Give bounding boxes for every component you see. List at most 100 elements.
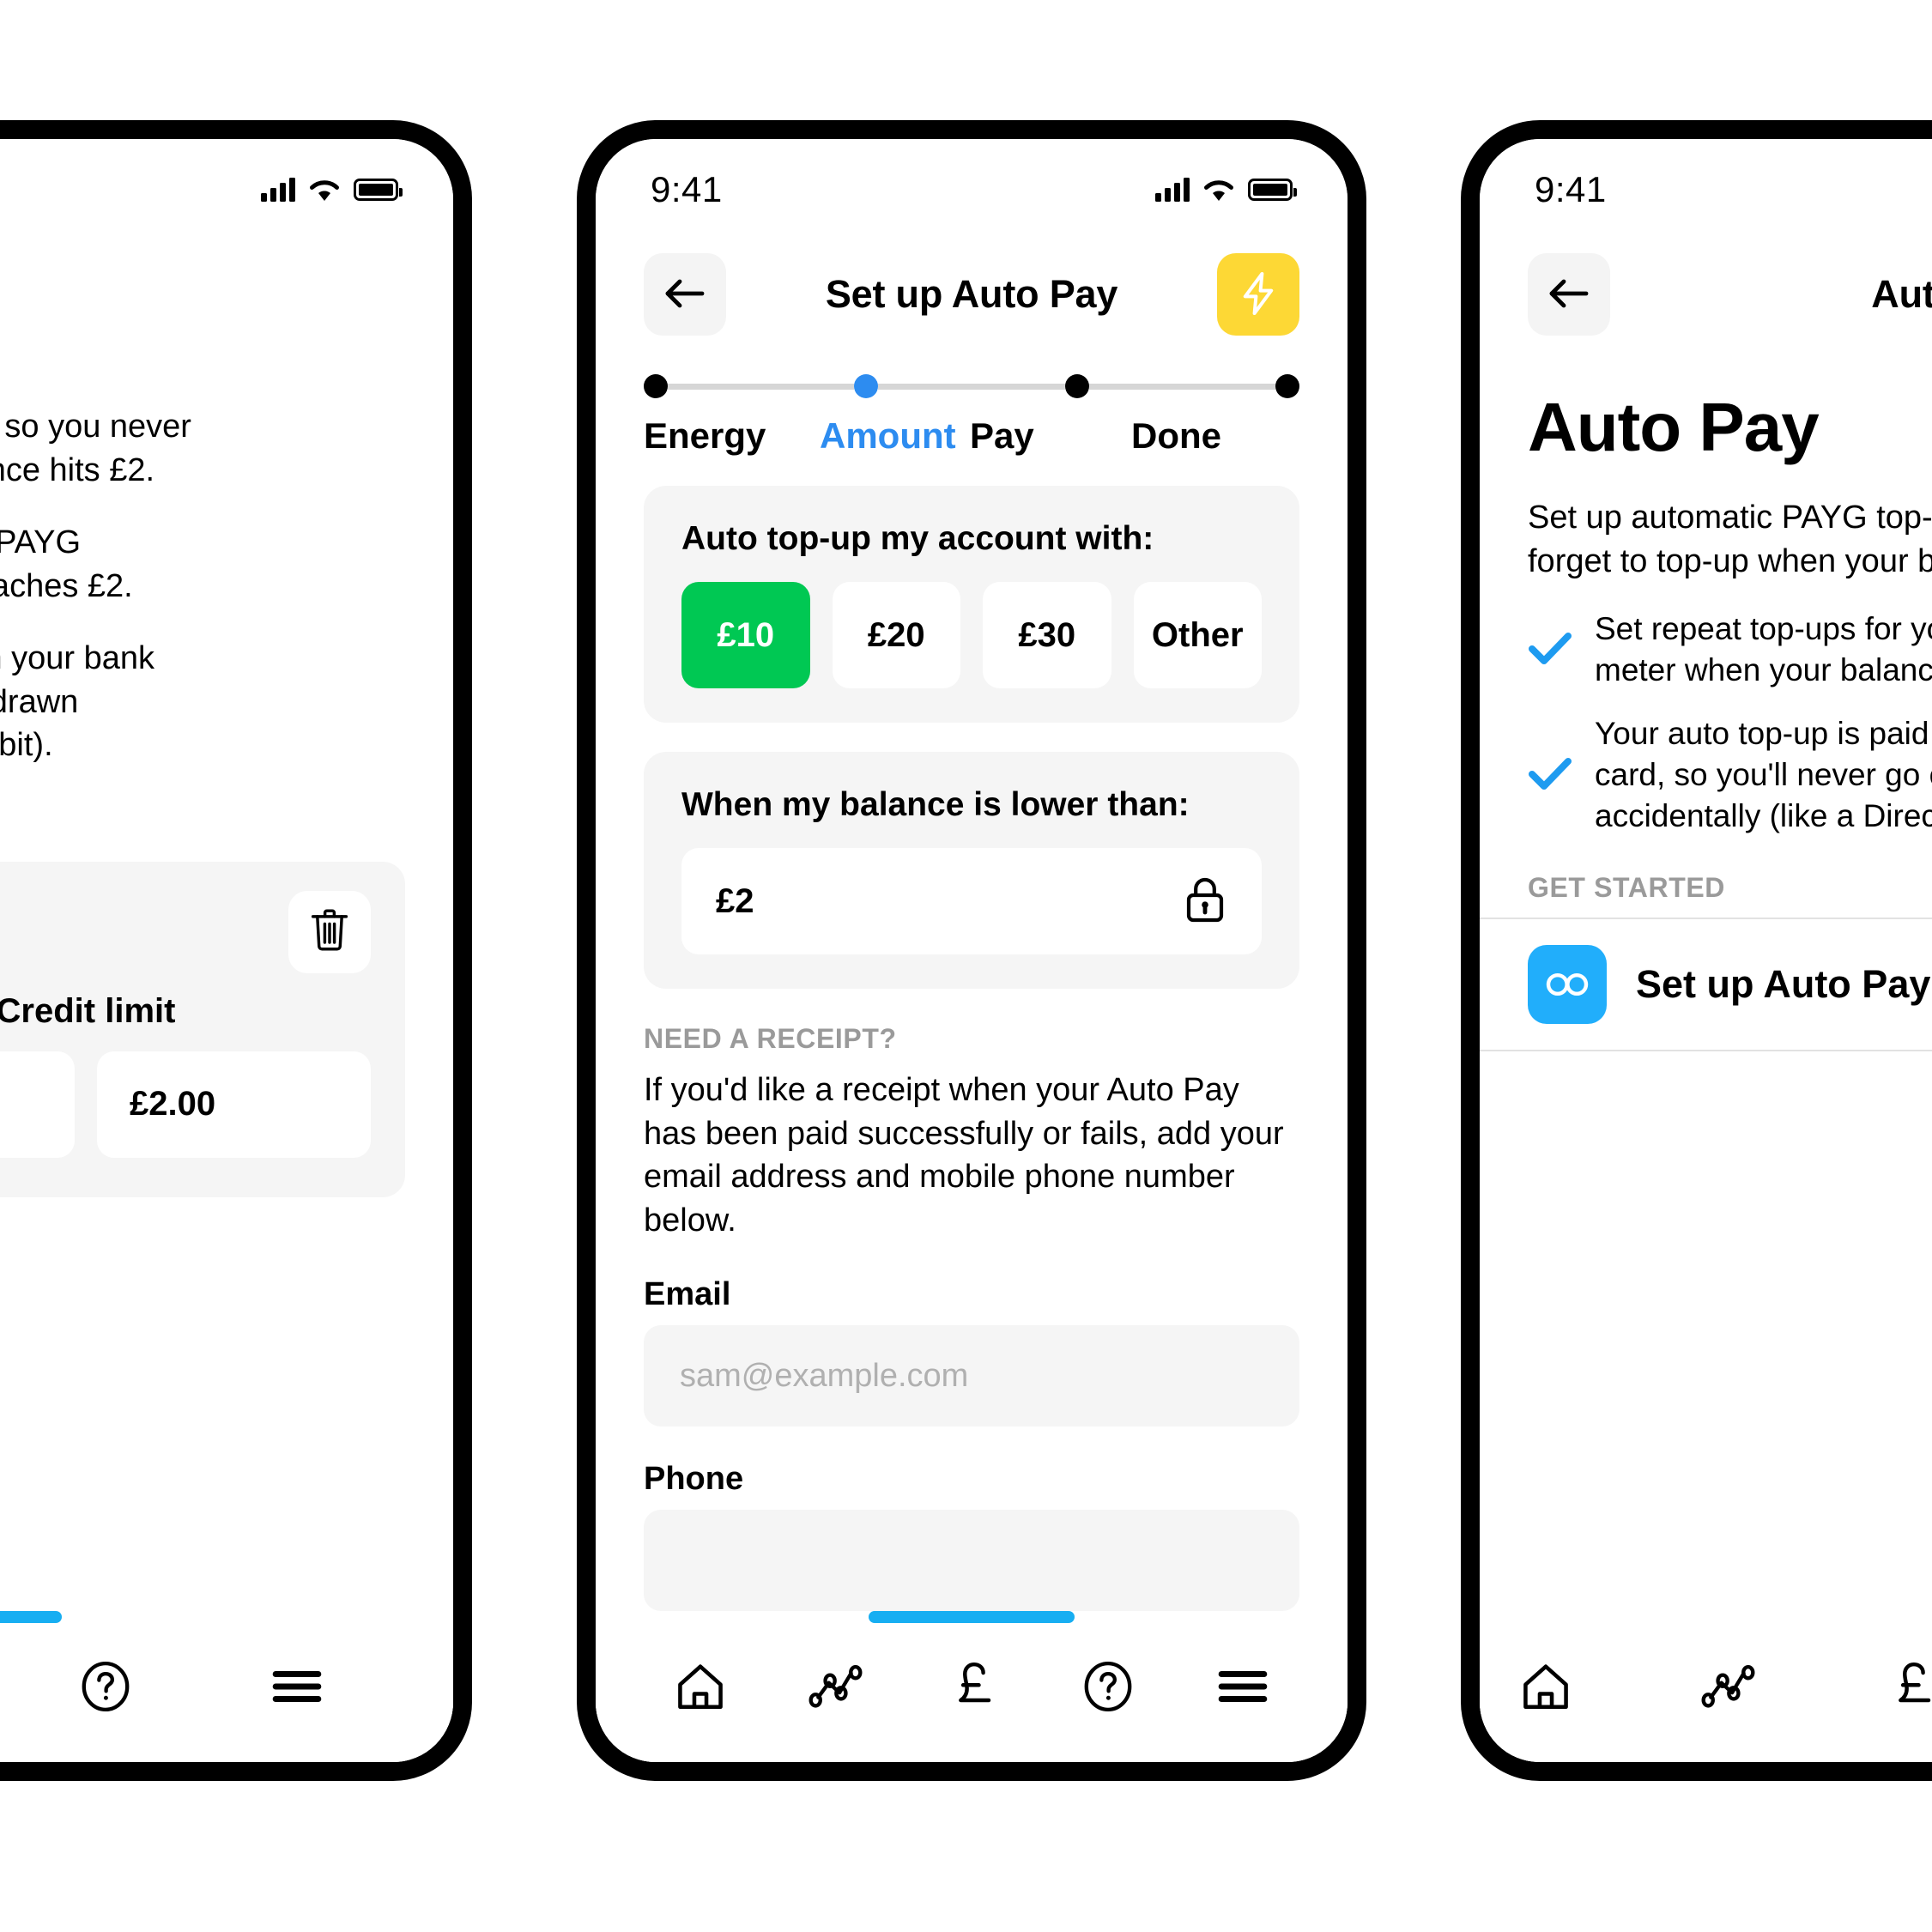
center-status-time: 9:41 — [651, 169, 723, 209]
threshold-value-field[interactable]: £2 — [681, 848, 1262, 954]
receipt-section: NEED A RECEIPT? If you'd like a receipt … — [596, 989, 1348, 1612]
boost-button[interactable] — [1217, 253, 1299, 336]
get-started-label: GET STARTED — [1528, 871, 1726, 903]
step-label-energy: Energy — [644, 415, 766, 456]
email-label: Email — [644, 1276, 731, 1313]
bullet-item: Your auto top-up is paid card, so you'll… — [1528, 713, 1932, 837]
left-home-indicator-wrap — [0, 1611, 453, 1623]
signal-icon — [261, 178, 295, 202]
nav-menu-icon[interactable] — [270, 1667, 324, 1706]
left-screen: Auto Pay c PAYG top-ups so you never whe… — [0, 139, 453, 1762]
right-status-time: 9:41 — [1535, 169, 1607, 209]
step-label-done: Done — [1131, 415, 1221, 456]
bullet-text: Your auto top-up is paid card, so you'll… — [1595, 716, 1932, 834]
right-nav-icons — [1480, 1623, 1932, 1714]
bullet-text: Set repeat top-ups for yo meter when you… — [1595, 611, 1932, 688]
left-navbar: Auto Pay — [0, 221, 453, 350]
step-dot-amount[interactable] — [854, 374, 879, 398]
threshold-value: £2 — [716, 881, 754, 920]
check-icon — [1528, 756, 1572, 795]
center-home-indicator-wrap — [596, 1611, 1348, 1623]
left-paragraph-1: c PAYG top-ups so you never when your ba… — [0, 409, 191, 488]
amount-option-other[interactable]: Other — [1133, 582, 1262, 688]
receipt-eyebrow: NEED A RECEIPT? — [644, 1023, 897, 1054]
amount-option-10[interactable]: £10 — [681, 582, 810, 688]
left-paragraph-3: p-up is paid with your bank ll never go … — [0, 640, 155, 764]
left-card-header — [0, 890, 371, 973]
right-home-indicator-wrap — [1480, 1611, 1932, 1623]
setup-stepper: Energy Amount Pay Done — [596, 350, 1348, 457]
back-button[interactable] — [1528, 253, 1610, 336]
right-navbar: Auto Pay — [1480, 221, 1932, 350]
stepper-track — [644, 369, 1299, 403]
delete-button[interactable] — [288, 890, 371, 973]
right-bottom-nav — [1480, 1611, 1932, 1762]
arrow-left-icon — [1547, 276, 1591, 313]
infinity-icon — [1528, 944, 1607, 1024]
step-line-2 — [878, 383, 1065, 390]
wifi-icon — [309, 179, 340, 202]
left-bottom-nav — [0, 1611, 453, 1762]
nav-usage-icon[interactable] — [809, 1664, 869, 1709]
stepper-labels: Energy Amount Pay Done — [644, 415, 1299, 457]
center-navbar: Set up Auto Pay — [596, 221, 1348, 350]
step-dot-energy[interactable] — [644, 374, 668, 398]
step-label-amount: Amount — [820, 415, 956, 456]
amount-option-20[interactable]: £20 — [832, 582, 960, 688]
left-nav-icons — [0, 1623, 453, 1714]
arrow-left-icon — [663, 276, 707, 313]
left-credit-limit-card: Credit limit £2.00 — [0, 861, 405, 1197]
battery-icon — [354, 179, 403, 201]
check-icon — [1528, 631, 1572, 669]
phone-center: 9:41 Set up Auto Pay Energy Amount Pay D… — [577, 120, 1366, 1781]
center-status-bar: 9:41 — [596, 139, 1348, 221]
signal-icon — [1155, 178, 1190, 202]
list-item-set-up-auto-pay[interactable]: Set up Auto Pay — [1480, 919, 1932, 1050]
nav-home-icon[interactable] — [1519, 1661, 1572, 1712]
list-item-label: Set up Auto Pay — [1636, 961, 1931, 1006]
left-card-label: Credit limit — [0, 991, 176, 1030]
step-dot-done[interactable] — [1275, 374, 1299, 398]
nav-usage-icon[interactable] — [1701, 1664, 1761, 1709]
lock-icon — [1183, 875, 1227, 929]
amount-options: £10 £20 £30 Other — [681, 582, 1262, 688]
balance-threshold-card: When my balance is lower than: £2 — [644, 752, 1299, 989]
right-screen: 9:41 Auto Pay Auto Pay Set up automa — [1480, 139, 1932, 1762]
nav-menu-icon[interactable] — [1216, 1667, 1269, 1706]
back-button[interactable] — [644, 253, 726, 336]
left-card-value[interactable]: £2.00 — [97, 1051, 371, 1158]
left-status-bar — [0, 139, 453, 221]
receipt-body: If you'd like a receipt when your Auto P… — [644, 1072, 1284, 1239]
right-intro: Set up automatic PAYG top-u forget to to… — [1528, 500, 1932, 579]
right-status-bar: 9:41 — [1480, 139, 1932, 221]
left-status-icons — [261, 178, 403, 202]
home-indicator — [0, 1611, 62, 1623]
center-nav-icons — [596, 1623, 1348, 1714]
topup-card-title: Auto top-up my account with: — [681, 520, 1154, 557]
nav-help-icon[interactable] — [1081, 1660, 1135, 1713]
topup-amount-card: Auto top-up my account with: £10 £20 £30… — [644, 486, 1299, 723]
nav-home-icon[interactable] — [674, 1661, 727, 1712]
nav-pound-icon[interactable] — [1890, 1659, 1932, 1714]
email-input[interactable] — [644, 1325, 1299, 1427]
step-dot-pay[interactable] — [1064, 374, 1089, 398]
phone-label: Phone — [644, 1461, 744, 1498]
left-page-title: Auto Pay — [0, 272, 453, 317]
nav-help-icon[interactable] — [79, 1660, 132, 1713]
step-line-3 — [1088, 383, 1275, 390]
lightning-bolt-icon — [1239, 270, 1277, 319]
home-indicator — [869, 1611, 1075, 1623]
battery-icon — [1248, 179, 1297, 201]
amount-option-30[interactable]: £30 — [983, 582, 1111, 688]
center-screen: 9:41 Set up Auto Pay Energy Amount Pay D… — [596, 139, 1348, 1762]
wifi-icon — [1203, 179, 1234, 202]
left-card-field-blank[interactable] — [0, 1051, 75, 1158]
phone-input[interactable] — [644, 1510, 1299, 1612]
phone-right: 9:41 Auto Pay Auto Pay Set up automa — [1461, 120, 1932, 1781]
nav-pound-icon[interactable] — [950, 1659, 1000, 1714]
left-card-fields: £2.00 — [0, 1051, 371, 1158]
trash-icon — [307, 906, 352, 957]
step-line-1 — [668, 383, 855, 390]
center-status-icons — [1155, 178, 1297, 202]
left-paragraph-2: op-ups for your PAYG your balance reache… — [0, 524, 133, 604]
